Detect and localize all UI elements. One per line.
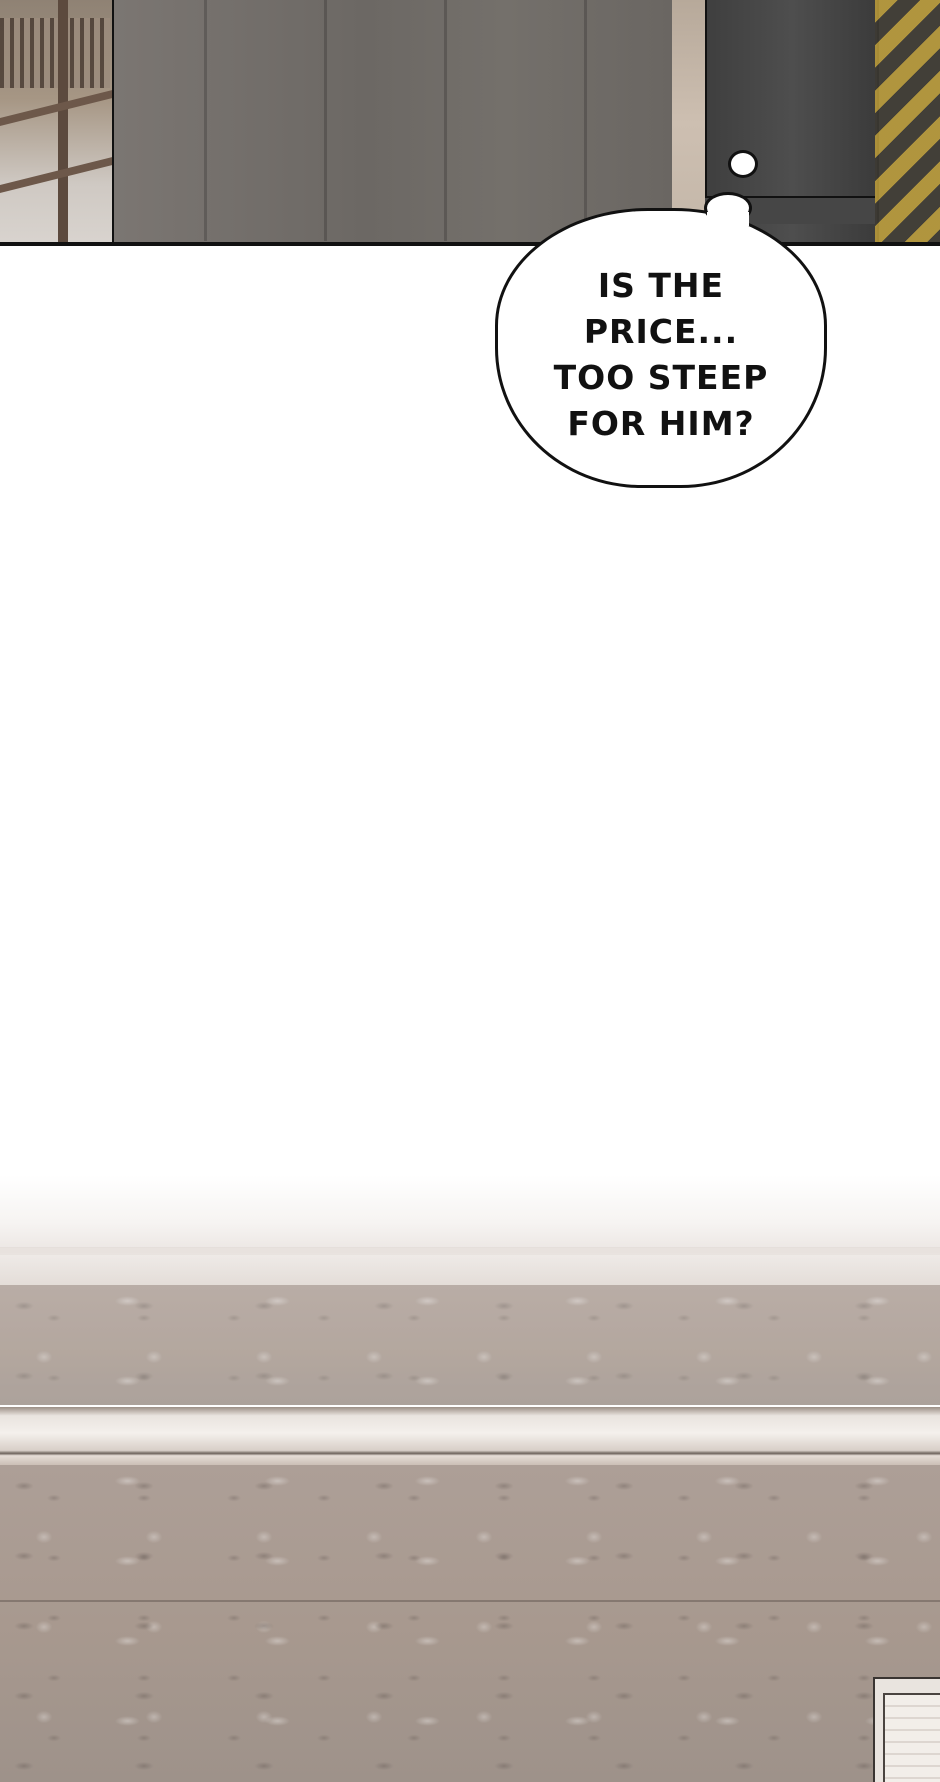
wall-ledge-band <box>0 1253 940 1285</box>
bubble-line: FOR HIM? <box>567 404 755 443</box>
white-fade <box>0 1175 940 1255</box>
fabric-fold <box>584 0 587 241</box>
window-blinds <box>883 1693 940 1782</box>
hazard-stripe-sign <box>875 0 940 242</box>
fabric-fold <box>324 0 327 241</box>
stone-surface <box>0 1465 940 1782</box>
wall-molding <box>0 1407 940 1465</box>
window-frame <box>873 1677 940 1782</box>
stone-seam <box>0 1600 940 1602</box>
top-panel <box>0 0 940 246</box>
comic-page: IS THE PRICE... TOO STEEP FOR HIM? <box>0 0 940 1782</box>
bubble-tail-join <box>707 212 749 226</box>
speech-bubble: IS THE PRICE... TOO STEEP FOR HIM? <box>495 208 827 488</box>
fabric-fold <box>444 0 447 241</box>
bubble-line: TOO STEEP <box>553 358 769 397</box>
railing-post <box>58 0 68 242</box>
bubble-line: PRICE... <box>583 312 739 351</box>
background-railing-area <box>0 0 125 242</box>
grey-trousers <box>112 0 676 242</box>
fabric-fold <box>204 0 207 241</box>
bubble-text: IS THE PRICE... TOO STEEP FOR HIM? <box>498 263 824 447</box>
bubble-line: IS THE <box>597 266 725 305</box>
stone-wall-panel <box>0 1175 940 1782</box>
bubble-tail-dot <box>728 150 758 178</box>
railing-slats <box>0 18 110 88</box>
stone-surface <box>0 1285 940 1405</box>
